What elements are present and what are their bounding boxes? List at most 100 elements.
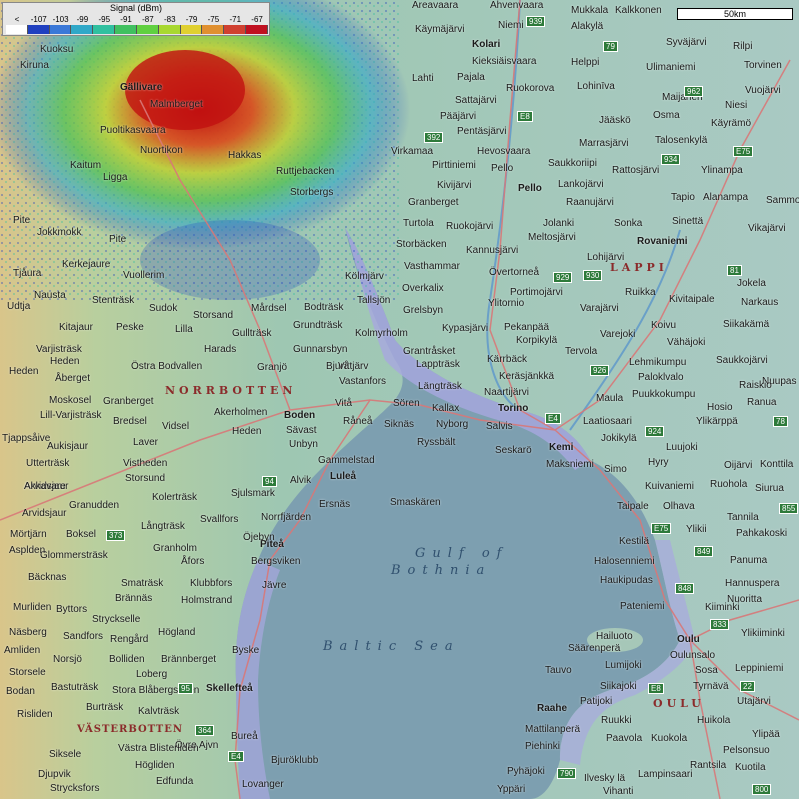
road-sign: 833 — [710, 619, 730, 630]
place-label: Hakkas — [228, 150, 262, 161]
place-label: Haukipudas — [600, 575, 653, 586]
place-label: Pekanpää — [504, 322, 550, 333]
place-label: Östra Bodvallen — [131, 361, 203, 372]
place-label: Koivu — [651, 320, 677, 331]
place-label: Vitå — [335, 398, 353, 409]
place-label: Bodträsk — [304, 302, 344, 313]
legend-color-swatch — [49, 25, 72, 34]
place-label: Kuotila — [735, 762, 766, 773]
place-label: Hannuspera — [725, 578, 780, 589]
place-label: Kitajaur — [59, 322, 93, 333]
place-label: Varajärvi — [580, 303, 619, 314]
place-label: Virkamaa — [391, 146, 434, 157]
place-label: Vistheden — [123, 458, 168, 469]
place-label: Näsberg — [9, 627, 47, 638]
place-label: Gällivare — [120, 82, 163, 93]
place-label: Kuoksu — [40, 44, 74, 55]
place-label: Vähäjoki — [667, 337, 706, 348]
road-sign: 800 — [752, 784, 772, 795]
legend-color-bar — [6, 25, 268, 34]
place-label: Svallfors — [200, 514, 239, 525]
place-label: Högland — [158, 627, 196, 638]
place-label: Bjuröklubb — [271, 755, 319, 766]
region-label: OULU — [653, 697, 705, 710]
place-label: Gunnarsbyn — [293, 344, 348, 355]
place-label: Raahe — [537, 703, 568, 714]
place-label: Ruukki — [601, 715, 632, 726]
place-label: Sävast — [286, 425, 317, 436]
road-sign: 924 — [645, 426, 665, 437]
place-label: Varjisträsk — [36, 344, 82, 355]
place-label: Öjebyn — [243, 532, 275, 543]
place-label: Jokikylä — [601, 433, 637, 444]
place-label: Ulimaniemi — [646, 62, 696, 73]
place-label: Olhava — [663, 501, 695, 512]
place-label: Lampinsaari — [638, 769, 693, 780]
place-label: Byttors — [56, 604, 88, 615]
place-label: Pyhäjoki — [507, 766, 545, 777]
place-label: Kaitum — [70, 160, 102, 171]
place-label: Rantsila — [690, 760, 727, 771]
place-label: Lohinīva — [577, 81, 615, 92]
place-label: Patijoki — [580, 696, 613, 707]
place-label: Lahti — [412, 73, 434, 84]
place-label: Siksele — [49, 749, 82, 760]
place-label: Kieksiäisvaara — [472, 56, 537, 67]
place-label: Keräsjänkkä — [499, 371, 555, 382]
place-label: Varejoki — [600, 329, 636, 340]
place-label: Pite — [109, 234, 127, 245]
place-label: Glommersträsk — [40, 550, 108, 561]
place-label: Bergsviken — [251, 556, 301, 567]
water-label: Gulf of — [415, 546, 509, 561]
scale-bar-label: 50km — [723, 9, 746, 19]
road-sign: 364 — [195, 725, 215, 736]
place-label: Norrfjärden — [261, 512, 312, 523]
place-label: Lilla — [175, 324, 193, 335]
place-label: Kolmyrholm — [355, 328, 408, 339]
road-sign: 939 — [526, 16, 546, 27]
place-label: Malmberget — [150, 99, 203, 110]
place-label: Kerkejaure — [62, 259, 111, 270]
place-label: Ruokorova — [506, 83, 555, 94]
place-label: Grelsbyn — [403, 305, 444, 316]
road-sign: 95 — [178, 683, 193, 694]
place-label: Luujoki — [666, 442, 698, 453]
place-label: Syväjärvi — [666, 37, 707, 48]
legend-tick-label: -67 — [251, 15, 263, 24]
legend-color-swatch — [202, 25, 225, 34]
place-label: Portimojärvi — [510, 287, 563, 298]
place-label: Alanampa — [703, 192, 749, 203]
place-label: Kolerträsk — [152, 492, 198, 503]
place-label: Kestilä — [619, 536, 650, 547]
place-label: Rengård — [110, 634, 149, 645]
place-label: Akerholmen — [214, 407, 268, 418]
place-label: Strycksfors — [50, 783, 100, 794]
place-label: Längträsk — [418, 381, 462, 392]
place-label: Ahvenvaara — [490, 0, 544, 11]
place-label: Alakylä — [571, 21, 604, 32]
place-label: Niemi — [498, 20, 524, 31]
place-label: Alvik — [290, 475, 312, 486]
place-label: Salvis — [486, 421, 513, 432]
place-label: Aukisjaur — [47, 441, 89, 452]
region-label: LAPPI — [610, 261, 668, 274]
place-label: Ruokojärvi — [446, 221, 494, 232]
place-label: Ylikärppä — [696, 416, 738, 427]
road-sign: 78 — [773, 416, 788, 427]
place-label: Leppiniemi — [735, 663, 784, 674]
place-label: Kalkkonen — [615, 5, 662, 16]
place-label: Vihanti — [603, 786, 634, 797]
place-label: Granudden — [69, 500, 120, 511]
place-label: Sosa — [695, 665, 718, 676]
legend-color-swatch — [115, 25, 137, 34]
place-label: Kiiminki — [705, 602, 740, 613]
legend-tick-labels: < -107 -103 -99 -95 -91 -87 -83 -79 -75 -71 -67 — [6, 15, 268, 25]
place-label: Ylipää — [752, 729, 780, 740]
region-label: NORRBOTTEN — [165, 384, 297, 397]
place-label: Kallax — [432, 403, 460, 414]
place-label: Storbergs — [290, 187, 334, 198]
place-label: Piehinki — [525, 741, 561, 752]
place-label: Tyrnävä — [693, 681, 729, 692]
place-label: Siurua — [755, 483, 784, 494]
place-label: Yppäri — [497, 784, 526, 795]
